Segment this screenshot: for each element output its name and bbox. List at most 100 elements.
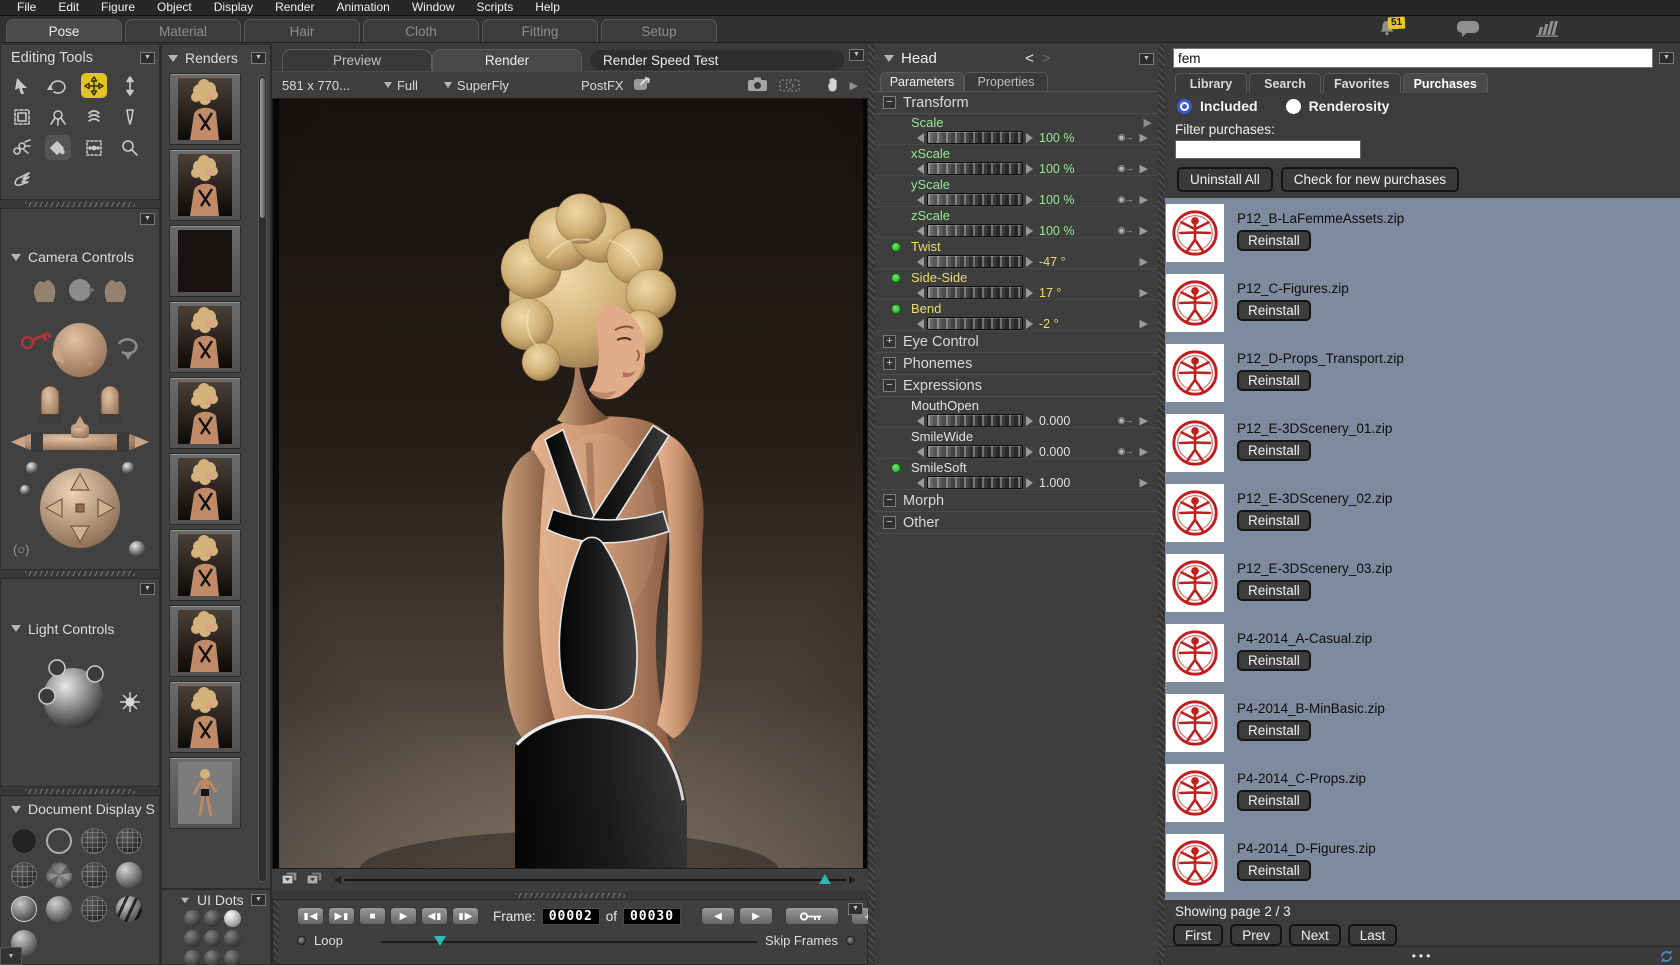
reinstall-button[interactable]: Reinstall xyxy=(1237,720,1311,741)
keyframe-icon[interactable]: ◉→ xyxy=(1118,194,1133,205)
dial-decrease-arrow[interactable] xyxy=(917,133,924,143)
keyframe-icon[interactable]: ◉→ xyxy=(1118,446,1133,457)
parameter-group-header[interactable]: + Phonemes xyxy=(875,353,1158,375)
export-render-icon[interactable] xyxy=(632,75,654,96)
parameter-options-arrow[interactable]: ▶ xyxy=(1140,131,1148,144)
menu-item[interactable]: File xyxy=(6,0,47,15)
display-style-button[interactable] xyxy=(11,896,37,922)
prev-key-button[interactable]: ◀ xyxy=(701,907,735,925)
menu-item[interactable]: Window xyxy=(401,0,466,15)
panel-menu-icon[interactable]: ▼ xyxy=(140,583,155,595)
parameter-options-arrow[interactable]: ▶ xyxy=(1140,255,1148,268)
parameter-dial[interactable] xyxy=(927,317,1023,330)
render-thumbnail[interactable] xyxy=(169,377,241,449)
parameter-dial[interactable] xyxy=(927,414,1023,427)
skip-frames-indicator[interactable] xyxy=(846,936,855,945)
collapse-triangle-icon[interactable] xyxy=(11,806,21,813)
pan-hand-icon[interactable] xyxy=(824,75,842,96)
purchase-row[interactable]: P4-2014_A-Casual.zip Reinstall xyxy=(1165,623,1680,693)
ui-dot[interactable] xyxy=(224,950,241,965)
display-style-button[interactable] xyxy=(81,896,107,922)
group-collapse-toggle[interactable]: + xyxy=(883,335,896,348)
render-canvas[interactable] xyxy=(272,98,868,869)
dial-decrease-arrow[interactable] xyxy=(917,257,924,267)
render-compare-slider[interactable] xyxy=(334,874,856,886)
reinstall-button[interactable]: Reinstall xyxy=(1237,650,1311,671)
dial-increase-arrow[interactable] xyxy=(1026,288,1033,298)
tool-button[interactable] xyxy=(9,104,35,129)
purchase-row[interactable]: P12_C-Figures.zip Reinstall xyxy=(1165,273,1680,343)
slider-left-arrow[interactable] xyxy=(334,876,341,884)
tool-button[interactable] xyxy=(117,104,143,129)
chat-icon[interactable] xyxy=(1456,19,1482,39)
parameter-group-header[interactable]: − Transform xyxy=(875,92,1158,114)
reinstall-button[interactable]: Reinstall xyxy=(1237,300,1311,321)
panel-splitter[interactable] xyxy=(0,570,160,578)
paging-button[interactable]: Last xyxy=(1348,924,1398,946)
dial-decrease-arrow[interactable] xyxy=(917,164,924,174)
parameter-group-header[interactable]: − Expressions xyxy=(875,375,1158,397)
collapse-triangle-icon[interactable] xyxy=(884,55,894,62)
uninstall-all-button[interactable]: Uninstall All xyxy=(1177,167,1273,192)
dial-increase-arrow[interactable] xyxy=(1026,195,1033,205)
library-tab[interactable]: Favorites xyxy=(1323,73,1401,93)
reinstall-button[interactable]: Reinstall xyxy=(1237,510,1311,531)
group-collapse-toggle[interactable]: + xyxy=(883,357,896,370)
panel-splitter[interactable] xyxy=(0,200,160,208)
reinstall-button[interactable]: Reinstall xyxy=(1237,860,1311,881)
display-style-button[interactable] xyxy=(116,896,142,922)
display-style-button[interactable] xyxy=(46,828,72,854)
parameters-tab[interactable]: Properties xyxy=(964,72,1048,91)
parameter-options-arrow[interactable]: ▶ xyxy=(1140,317,1148,330)
purchase-row[interactable]: P4-2014_C-Props.zip Reinstall xyxy=(1165,763,1680,833)
compare-documents-2-icon[interactable] xyxy=(305,871,324,890)
parameter-options-arrow[interactable]: ▶ xyxy=(1140,414,1148,427)
dial-decrease-arrow[interactable] xyxy=(917,447,924,457)
panel-grip[interactable]: ••• xyxy=(1165,949,1680,963)
total-frames-field[interactable] xyxy=(623,908,681,925)
render-engine-dropdown[interactable]: SuperFly xyxy=(444,78,509,93)
tool-button[interactable] xyxy=(9,135,35,160)
tool-button[interactable] xyxy=(81,104,107,129)
group-collapse-toggle[interactable]: − xyxy=(883,494,896,507)
display-style-button[interactable] xyxy=(81,862,107,888)
ui-dot[interactable] xyxy=(224,930,241,947)
group-collapse-toggle[interactable]: − xyxy=(883,379,896,392)
parameter-dial[interactable] xyxy=(927,193,1023,206)
display-style-button[interactable] xyxy=(81,828,107,854)
parameter-dial[interactable] xyxy=(927,224,1023,237)
viewport-tab[interactable]: Preview xyxy=(282,49,432,71)
tool-button[interactable] xyxy=(9,73,35,98)
panel-menu-icon[interactable]: ▼ xyxy=(848,903,863,915)
library-tab[interactable]: Purchases xyxy=(1403,73,1488,93)
ui-dot[interactable] xyxy=(184,950,201,965)
keyframe-icon[interactable]: ◉→ xyxy=(1118,225,1133,236)
purchase-row[interactable]: P12_E-3DScenery_03.zip Reinstall xyxy=(1165,553,1680,623)
camera-controls-widget[interactable]: (○) xyxy=(5,268,155,558)
parameter-dial[interactable] xyxy=(927,286,1023,299)
display-style-button[interactable] xyxy=(116,828,142,854)
dial-decrease-arrow[interactable] xyxy=(917,319,924,329)
loop-indicator[interactable] xyxy=(297,936,306,945)
panel-menu-icon[interactable]: ▼ xyxy=(251,894,266,906)
timeline-scrub[interactable] xyxy=(381,936,757,946)
display-style-button[interactable] xyxy=(46,862,72,888)
current-frame-field[interactable] xyxy=(542,908,600,925)
next-key-button[interactable]: ▶ xyxy=(739,907,773,925)
ui-dot[interactable] xyxy=(184,930,201,947)
panel-menu-icon[interactable]: ▼ xyxy=(251,52,266,64)
display-style-button[interactable] xyxy=(116,862,142,888)
panel-splitter[interactable] xyxy=(0,787,160,795)
library-tab[interactable]: Library xyxy=(1175,73,1247,93)
collapse-triangle-icon[interactable] xyxy=(181,897,189,903)
first-frame-button[interactable]: ▮◀ xyxy=(297,907,324,925)
menu-item[interactable]: Help xyxy=(524,0,571,15)
dial-increase-arrow[interactable] xyxy=(1026,319,1033,329)
collapse-triangle-icon[interactable] xyxy=(11,625,21,632)
render-thumbnail[interactable] xyxy=(169,453,241,525)
notifications-bell-icon[interactable]: 51 xyxy=(1378,19,1404,39)
parameter-group-header[interactable]: − Other xyxy=(875,512,1158,534)
parameter-dial[interactable] xyxy=(927,162,1023,175)
source-renderosity-radio[interactable]: Renderosity xyxy=(1286,98,1390,114)
render-resolution[interactable]: 581 x 770... xyxy=(282,78,350,93)
